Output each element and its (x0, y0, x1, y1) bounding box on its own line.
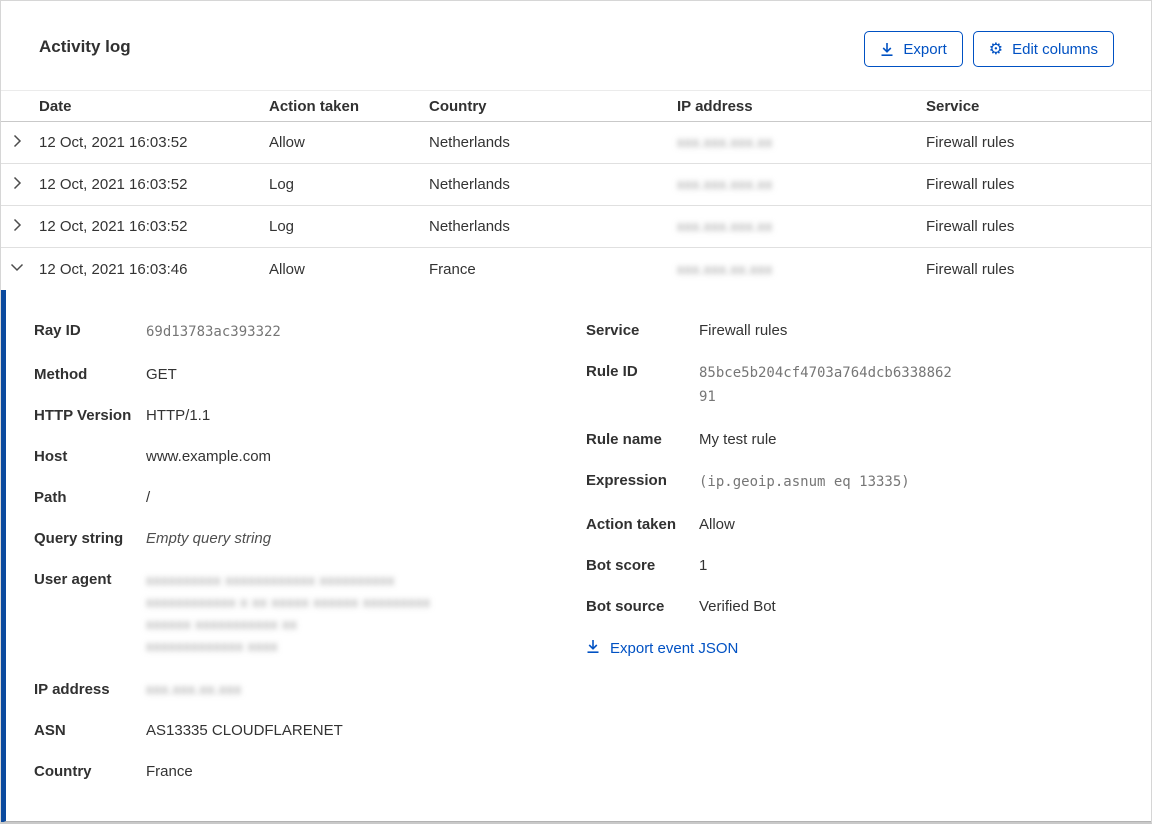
http-version-value: HTTP/1.1 (146, 407, 211, 424)
detail-label: Expression (586, 472, 667, 489)
bot-source-value: Verified Bot (699, 598, 776, 615)
detail-label: Method (34, 366, 88, 383)
export-event-json-label: Export event JSON (610, 640, 739, 657)
header-actions: Export ⚙ Edit columns (864, 31, 1114, 67)
export-event-json-link[interactable]: Export event JSON (586, 639, 738, 658)
detail-label: Ray ID (34, 322, 81, 339)
table-row-expanded[interactable]: 12 Oct, 2021 16:03:46 Allow France xxx.x… (1, 248, 1151, 290)
column-header-action: Action taken (269, 97, 360, 115)
download-icon (880, 42, 894, 57)
cell-ip-redacted: xxx.xxx.xx.xxx (677, 260, 773, 277)
host-value: www.example.com (146, 448, 272, 465)
cell-country: Netherlands (429, 134, 510, 151)
cell-service: Firewall rules (926, 134, 1015, 151)
expression-value: (ip.geoip.asnum eq 13335) (699, 474, 910, 490)
download-icon (586, 639, 600, 658)
header: Activity log Export ⚙ Edit columns (1, 1, 1151, 67)
cell-ip-redacted: xxx.xxx.xxx.xx (677, 218, 773, 234)
collapse-row-button[interactable] (1, 260, 39, 278)
gear-icon: ⚙ (988, 39, 1004, 58)
detail-label: Action taken (586, 516, 677, 533)
cell-country: France (429, 260, 476, 278)
column-header-service: Service (926, 97, 980, 115)
event-detail-panel: Ray ID 69d13783ac393322 Method GET HTTP … (1, 290, 1151, 822)
detail-label: Service (586, 322, 640, 339)
detail-label: Path (34, 489, 67, 506)
chevron-down-icon (10, 260, 24, 278)
ip-address-value-redacted: xxx.xxx.xx.xxx (146, 681, 242, 697)
rule-name-value: My test rule (699, 431, 777, 448)
expand-row-button[interactable] (1, 176, 39, 194)
cell-country: Netherlands (429, 176, 510, 193)
event-detail-right-column: Service Firewall rules Rule ID 85bce5b20… (586, 320, 1151, 821)
cell-service: Firewall rules (926, 218, 1015, 235)
detail-label: Country (34, 763, 92, 780)
action-taken-value: Allow (699, 516, 735, 533)
column-header-ip: IP address (677, 97, 753, 115)
path-value: / (146, 489, 151, 506)
method-value: GET (146, 366, 177, 383)
activity-log-panel: Activity log Export ⚙ Edit columns Date … (0, 0, 1152, 824)
chevron-right-icon (10, 134, 24, 152)
export-button[interactable]: Export (864, 31, 963, 67)
detail-label: ASN (34, 722, 66, 739)
detail-label: Rule name (586, 431, 662, 448)
expand-row-button[interactable] (1, 218, 39, 236)
cell-action: Log (269, 176, 295, 193)
table-row[interactable]: 12 Oct, 2021 16:03:52 Log Netherlands xx… (1, 164, 1151, 206)
column-header-date: Date (39, 97, 72, 115)
asn-value: AS13335 CLOUDFLARENET (146, 722, 343, 739)
table-row[interactable]: 12 Oct, 2021 16:03:52 Allow Netherlands … (1, 122, 1151, 164)
chevron-right-icon (10, 218, 24, 236)
detail-label: HTTP Version (34, 407, 132, 424)
cell-date: 12 Oct, 2021 16:03:52 (39, 218, 188, 235)
chevron-right-icon (10, 176, 24, 194)
detail-label: Bot score (586, 557, 656, 574)
service-value: Firewall rules (699, 322, 788, 339)
cell-action: Log (269, 218, 295, 235)
country-value: France (146, 763, 193, 780)
ray-id-value: 69d13783ac393322 (146, 324, 281, 340)
detail-label: User agent (34, 571, 112, 588)
bot-score-value: 1 (699, 557, 708, 574)
export-button-label: Export (903, 40, 947, 58)
cell-service: Firewall rules (926, 176, 1015, 193)
detail-label: Query string (34, 530, 124, 547)
user-agent-value-redacted: xxxxxxxxxx xxxxxxxxxxxx xxxxxxxxxx xxxxx… (146, 572, 431, 654)
detail-label: Host (34, 448, 68, 465)
cell-action: Allow (269, 134, 305, 151)
rule-id-value: 85bce5b204cf4703a764dcb633886291 (699, 365, 952, 405)
query-string-value: Empty query string (146, 530, 272, 547)
edit-columns-button[interactable]: ⚙ Edit columns (972, 31, 1114, 67)
table-header: Date Action taken Country IP address Ser… (1, 90, 1151, 122)
cell-country: Netherlands (429, 218, 510, 235)
cell-action: Allow (269, 260, 305, 278)
cell-ip-redacted: xxx.xxx.xxx.xx (677, 176, 773, 192)
cell-date: 12 Oct, 2021 16:03:46 (39, 260, 188, 278)
cell-service: Firewall rules (926, 260, 1015, 278)
table-row[interactable]: 12 Oct, 2021 16:03:52 Log Netherlands xx… (1, 206, 1151, 248)
cell-ip-redacted: xxx.xxx.xxx.xx (677, 134, 773, 150)
edit-columns-label: Edit columns (1012, 40, 1098, 58)
detail-label: Bot source (586, 598, 665, 615)
cell-date: 12 Oct, 2021 16:03:52 (39, 176, 188, 193)
detail-label: Rule ID (586, 363, 638, 380)
column-header-country: Country (429, 97, 487, 115)
cell-date: 12 Oct, 2021 16:03:52 (39, 134, 188, 151)
page-title: Activity log (39, 37, 131, 56)
event-detail-left-column: Ray ID 69d13783ac393322 Method GET HTTP … (34, 320, 586, 821)
expand-row-button[interactable] (1, 134, 39, 152)
detail-label: IP address (34, 681, 110, 698)
